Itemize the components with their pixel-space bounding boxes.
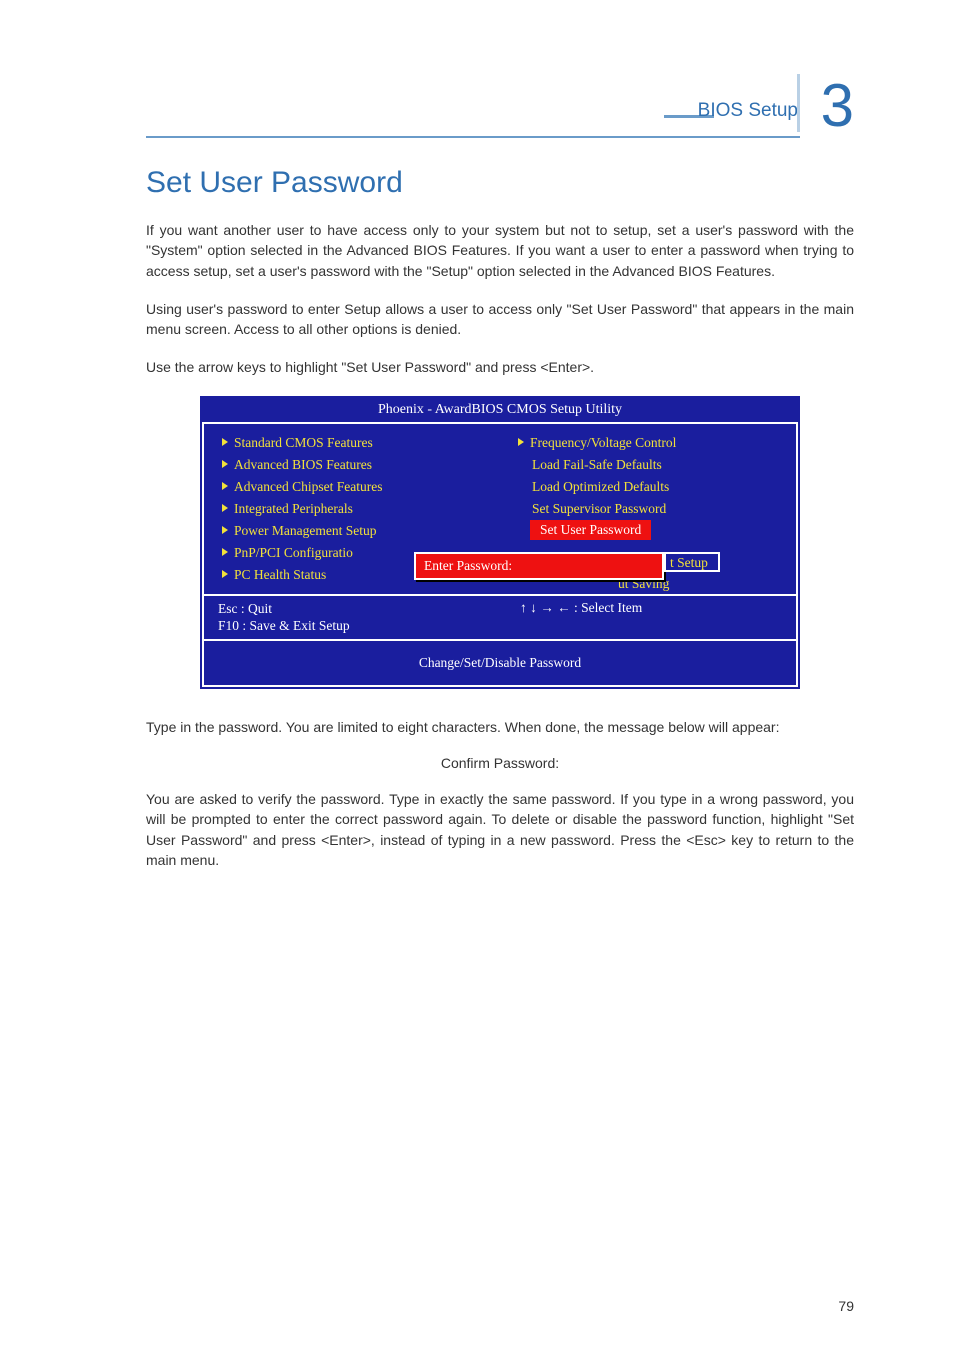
body-paragraph-2: Using user's password to enter Setup all… — [146, 299, 854, 340]
menu-label: Frequency/Voltage Control — [530, 435, 676, 450]
menu-advanced-chipset: Advanced Chipset Features — [222, 476, 486, 498]
enter-password-dialog: Enter Password: — [414, 552, 664, 580]
hint-f10-save: F10 : Save & Exit Setup — [218, 617, 480, 635]
body-paragraph-3: Use the arrow keys to highlight "Set Use… — [146, 357, 854, 377]
menu-set-supervisor-password: Set Supervisor Password — [518, 498, 782, 520]
menu-label: PC Health Status — [234, 567, 326, 582]
bios-item-help: Change/Set/Disable Password — [202, 639, 798, 687]
menu-label: Advanced BIOS Features — [234, 457, 372, 472]
header-section-label: BIOS Setup — [698, 100, 798, 122]
chapter-number: 3 — [821, 71, 854, 140]
menu-standard-cmos: Standard CMOS Features — [222, 432, 486, 454]
bios-screenshot: Phoenix - AwardBIOS CMOS Setup Utility S… — [200, 396, 800, 689]
partial-save-exit-setup: t Setup — [664, 552, 720, 572]
submenu-arrow-icon — [222, 460, 228, 468]
confirm-password-message: Confirm Password: — [146, 755, 854, 771]
body-paragraph-1: If you want another user to have access … — [146, 220, 854, 281]
menu-label: Standard CMOS Features — [234, 435, 373, 450]
body-paragraph-4: Type in the password. You are limited to… — [146, 717, 854, 737]
hint-arrow-nav: ↑ ↓ → ← : Select Item — [480, 600, 782, 635]
submenu-arrow-icon — [222, 504, 228, 512]
hint-esc-quit: Esc : Quit — [218, 600, 480, 618]
menu-integrated-peripherals: Integrated Peripherals — [222, 498, 486, 520]
menu-load-optimized: Load Optimized Defaults — [518, 476, 782, 498]
menu-load-failsafe: Load Fail-Safe Defaults — [518, 454, 782, 476]
menu-label: Integrated Peripherals — [234, 501, 353, 516]
page-header: BIOS Setup 3 — [146, 60, 854, 128]
menu-power-management: Power Management Setup — [222, 520, 486, 542]
submenu-arrow-icon — [222, 482, 228, 490]
menu-advanced-bios: Advanced BIOS Features — [222, 454, 486, 476]
submenu-arrow-icon — [222, 570, 228, 578]
submenu-arrow-icon — [222, 548, 228, 556]
menu-label: PnP/PCI Configuratio — [234, 545, 353, 560]
menu-label: Advanced Chipset Features — [234, 479, 382, 494]
page-number: 79 — [838, 1298, 854, 1314]
body-paragraph-5: You are asked to verify the password. Ty… — [146, 789, 854, 870]
bios-title-bar: Phoenix - AwardBIOS CMOS Setup Utility — [202, 398, 798, 424]
section-title: Set User Password — [146, 166, 854, 200]
header-rule — [146, 136, 800, 138]
submenu-arrow-icon — [222, 438, 228, 446]
menu-set-user-password-highlighted: Set User Password — [530, 520, 651, 540]
menu-label: Power Management Setup — [234, 523, 376, 538]
submenu-arrow-icon — [222, 526, 228, 534]
menu-frequency-voltage: Frequency/Voltage Control — [518, 432, 782, 454]
submenu-arrow-icon — [518, 438, 524, 446]
header-divider — [797, 74, 800, 132]
bios-key-hints: Esc : Quit F10 : Save & Exit Setup ↑ ↓ →… — [202, 594, 798, 639]
bios-main-area: Standard CMOS Features Advanced BIOS Fea… — [202, 424, 798, 594]
